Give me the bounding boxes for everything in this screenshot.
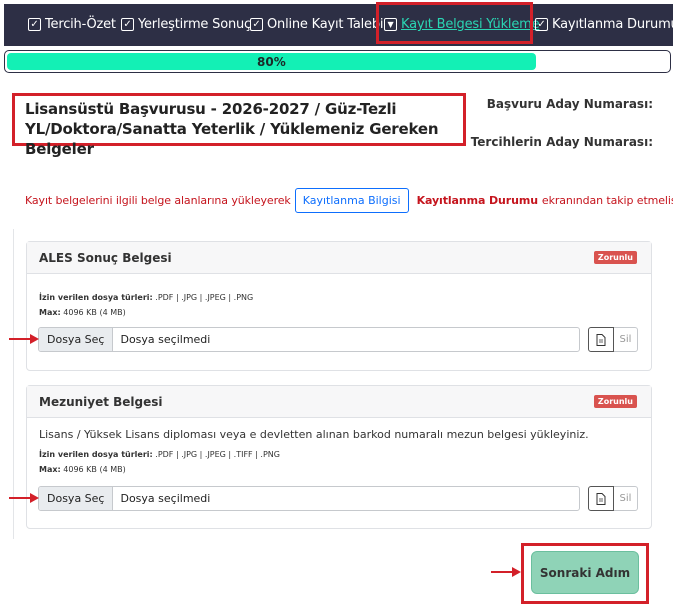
card-title: Mezuniyet Belgesi [39,394,163,409]
step-label: Online Kayıt Talebi [267,17,384,32]
allowed-types: İzin verilen dosya türleri: .PDF | .JPG … [39,450,280,459]
ales-sonuc-card: ALES Sonuç Belgesi Zorunlu İzin verilen … [26,241,652,371]
highlight-box-active-step [376,2,533,44]
card-description: Lisans / Yüksek Lisans diploması veya e … [39,428,589,441]
step-label: Tercih-Özet [45,17,116,32]
file-input-ales[interactable]: Dosya Seç Dosya seçilmedi [38,327,580,352]
document-icon [596,492,606,505]
file-row: Dosya Seç Dosya seçilmedi Sil [38,327,638,352]
checkbox-checked-icon: ✓ [535,18,548,31]
red-arrow-icon [9,334,39,344]
step-label: Kayıtlanma Durumu [552,17,673,32]
required-badge: Zorunlu [593,395,637,408]
choose-file-button[interactable]: Dosya Seç [39,487,114,510]
card-body: Lisans / Yüksek Lisans diploması veya e … [27,418,651,487]
info-text-before: Kayıt belgelerini ilgili belge alanların… [25,194,291,207]
step-yerlestirme-sonuc[interactable]: ✓ Yerleştirme Sonuç [121,17,251,32]
checkbox-checked-icon: ✓ [250,18,263,31]
max-size: Max: 4096 KB (4 MB) [39,308,126,317]
step-online-kayit-talebi[interactable]: ✓ Online Kayıt Talebi [250,17,383,32]
progress-fill: 80% [7,53,536,70]
checkbox-checked-icon: ✓ [121,18,134,31]
page-title-line1: Lisansüstü Başvurusu - 2026-2027 / Güz-T… [25,100,397,118]
max-size: Max: 4096 KB (4 MB) [39,465,126,474]
step-label: Yerleştirme Sonuç [138,17,251,32]
info-message: Kayıt belgelerini ilgili belge alanların… [25,188,673,213]
required-badge: Zorunlu [593,251,637,264]
card-header: ALES Sonuç Belgesi Zorunlu [27,242,651,274]
steps-bar: ✓ Tercih-Özet ✓ Yerleştirme Sonuç ✓ Onli… [4,4,673,46]
info-text-after: ekranından takip etmelisiniz. [541,194,673,207]
step-kayitlanma-durumu[interactable]: ✓ Kayıtlanma Durumu [535,17,673,32]
basvuru-aday-numarasi-label: Başvuru Aday Numarası: [486,97,653,111]
tercih-aday-numarasi-label: Tercihlerin Aday Numarası: [470,135,653,149]
progress-bar: 80% [4,50,671,73]
next-step-button[interactable]: Sonraki Adım [531,551,639,594]
delete-file-button[interactable]: Sil [614,327,638,352]
red-arrow-icon [9,493,39,503]
info-text-bold: Kayıtlanma Durumu [416,194,538,207]
file-actions: Sil [588,486,638,511]
step-tercih-ozet[interactable]: ✓ Tercih-Özet [28,17,116,32]
view-file-button[interactable] [588,486,614,511]
card-title: ALES Sonuç Belgesi [39,250,172,265]
document-icon [596,333,606,346]
checkbox-checked-icon: ✓ [28,18,41,31]
choose-file-button[interactable]: Dosya Seç [39,328,114,351]
page-title-line2: YL/Doktora/Sanatta Yeterlik / Yüklemeniz… [25,120,439,158]
file-input-mezuniyet[interactable]: Dosya Seç Dosya seçilmedi [38,486,580,511]
delete-file-button[interactable]: Sil [614,486,638,511]
card-header: Mezuniyet Belgesi Zorunlu [27,386,651,418]
progress-label: 80% [257,54,286,69]
card-body: İzin verilen dosya türleri: .PDF | .JPG … [27,274,651,330]
file-status: Dosya seçilmedi [120,333,211,346]
file-actions: Sil [588,327,638,352]
page-title-box: Lisansüstü Başvurusu - 2026-2027 / Güz-T… [12,93,466,158]
page: ✓ Tercih-Özet ✓ Yerleştirme Sonuç ✓ Onli… [0,0,673,605]
view-file-button[interactable] [588,327,614,352]
kayitlanma-bilgisi-button[interactable]: Kayıtlanma Bilgisi [294,188,409,213]
mezuniyet-card: Mezuniyet Belgesi Zorunlu Lisans / Yükse… [26,385,652,529]
red-arrow-icon [491,567,521,577]
file-status: Dosya seçilmedi [120,492,211,505]
allowed-types: İzin verilen dosya türleri: .PDF | .JPG … [39,293,254,302]
file-row: Dosya Seç Dosya seçilmedi Sil [38,486,638,511]
